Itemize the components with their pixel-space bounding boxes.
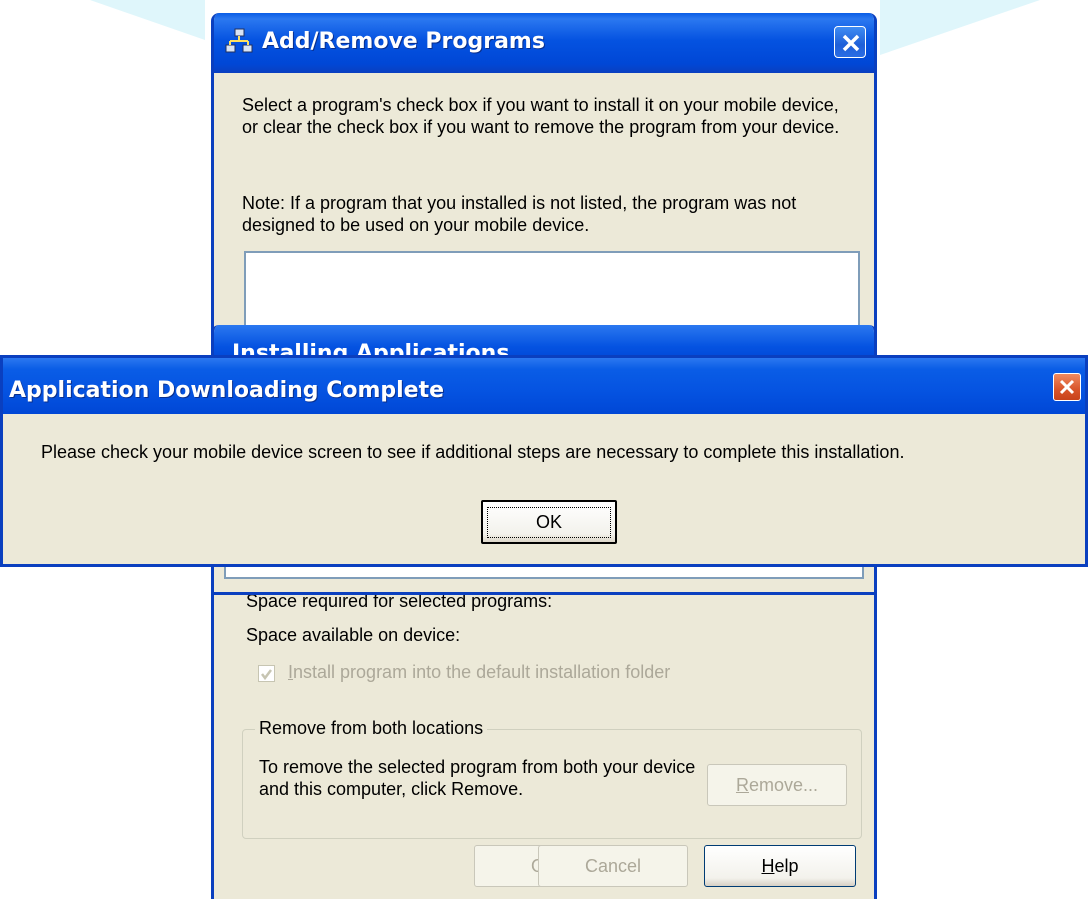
intro-text: Select a program's check box if you want… <box>242 95 840 137</box>
checkbox-check-icon <box>261 669 272 681</box>
cancel-button[interactable]: Cancel <box>538 845 688 887</box>
close-icon <box>842 34 860 52</box>
download-complete-title: Application Downloading Complete <box>9 378 445 403</box>
add-remove-close-button[interactable] <box>834 26 866 58</box>
default-folder-checkbox-label: Install program into the default install… <box>288 662 671 682</box>
close-icon <box>1059 379 1075 395</box>
help-button[interactable]: Help <box>704 845 856 887</box>
download-complete-message: Please check your mobile device screen t… <box>41 442 905 462</box>
download-complete-titlebar[interactable]: Application Downloading Complete <box>3 358 1085 414</box>
download-complete-ok-button[interactable]: OK <box>481 500 617 544</box>
remove-button[interactable]: Remove... <box>707 764 847 806</box>
remove-group-box: Remove from both locations To remove the… <box>242 718 862 839</box>
add-remove-titlebar[interactable]: Add/Remove Programs <box>214 13 874 73</box>
add-remove-title: Add/Remove Programs <box>262 29 545 54</box>
network-programs-icon <box>224 27 254 57</box>
download-complete-close-button[interactable] <box>1053 373 1081 401</box>
remove-group-title: Remove from both locations <box>255 718 488 739</box>
note-text: Note: If a program that you installed is… <box>242 193 797 235</box>
default-folder-checkbox[interactable] <box>258 665 275 682</box>
space-available-label: Space available on device: <box>246 625 461 645</box>
download-complete-ok-label: OK <box>486 506 611 538</box>
download-complete-dialog: Application Downloading Complete Please … <box>0 355 1088 567</box>
remove-group-text: To remove the selected program from both… <box>259 757 696 799</box>
